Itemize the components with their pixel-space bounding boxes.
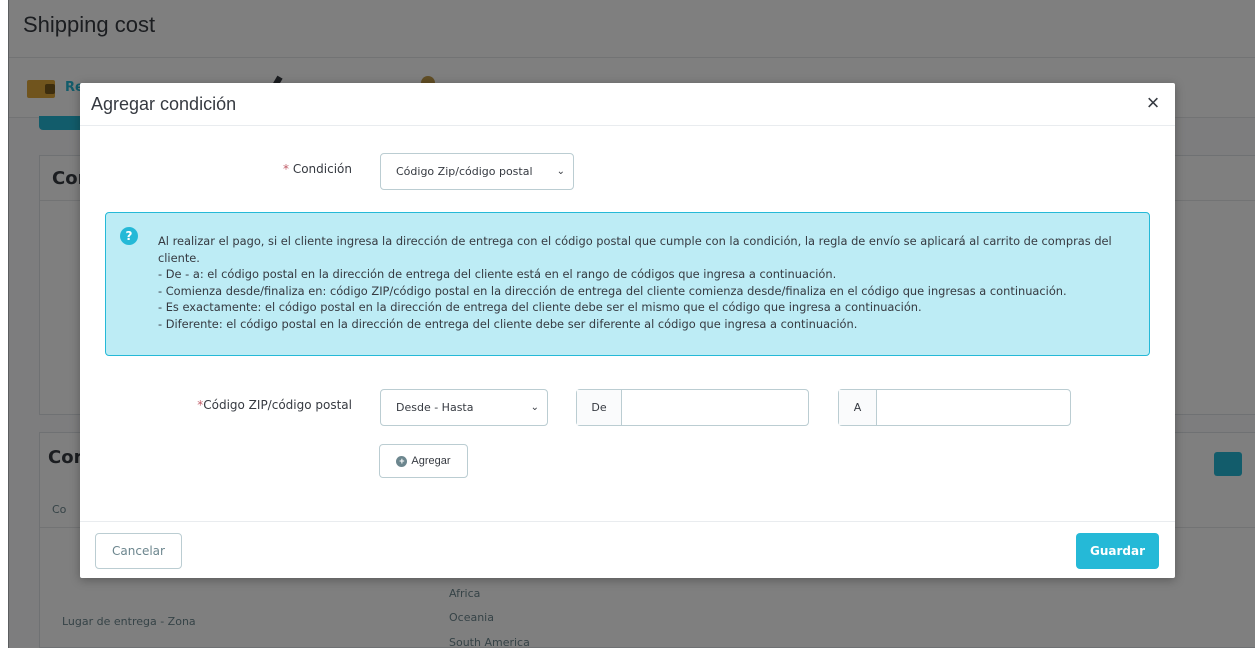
zip-label-text: Código ZIP/código postal: [203, 398, 352, 412]
from-addon: De: [577, 390, 622, 425]
cancel-button[interactable]: Cancelar: [95, 533, 182, 569]
to-addon: A: [839, 390, 877, 425]
zip-from-input[interactable]: [622, 390, 808, 425]
plus-circle-icon: +: [396, 455, 408, 467]
save-button[interactable]: Guardar: [1076, 533, 1159, 569]
condition-label: * Condición: [230, 162, 352, 176]
condition-select-value: Código Zip/código postal: [396, 165, 533, 178]
condition-label-text: Condición: [289, 162, 352, 176]
info-line: - Diferente: el código postal en la dire…: [158, 316, 858, 331]
zip-mode-value: Desde - Hasta: [396, 401, 474, 414]
add-zip-button[interactable]: + Agregar: [379, 444, 468, 478]
info-text: Al realizar el pago, si el cliente ingre…: [158, 233, 1138, 332]
info-line: Al realizar el pago, si el cliente ingre…: [158, 234, 1112, 265]
modal-header: Agregar condición ×: [80, 83, 1175, 126]
info-line: - Comienza desde/finaliza en: código ZIP…: [158, 283, 1067, 298]
question-circle-icon: ?: [120, 227, 138, 245]
info-alert: ? Al realizar el pago, si el cliente ing…: [105, 212, 1150, 356]
modal-footer: Cancelar Guardar: [80, 521, 1175, 578]
zip-to-group: A: [838, 389, 1071, 426]
close-icon[interactable]: ×: [1141, 91, 1165, 115]
condition-select[interactable]: Código Zip/código postal ⌄: [380, 153, 574, 190]
chevron-down-icon: ⌄: [556, 166, 565, 177]
zip-to-input[interactable]: [877, 390, 1070, 425]
zip-from-group: De: [576, 389, 809, 426]
info-line: - Es exactamente: el código postal en la…: [158, 300, 922, 314]
chevron-down-icon: ⌄: [530, 402, 539, 413]
modal-title: Agregar condición: [91, 94, 237, 114]
add-condition-modal: Agregar condición × * Condición Código Z…: [80, 83, 1175, 578]
info-line: - De - a: el código postal en la direcci…: [158, 267, 837, 281]
add-zip-label: Agregar: [411, 455, 451, 467]
zip-mode-select[interactable]: Desde - Hasta ⌄: [380, 389, 548, 426]
zip-label: *Código ZIP/código postal: [180, 398, 352, 412]
